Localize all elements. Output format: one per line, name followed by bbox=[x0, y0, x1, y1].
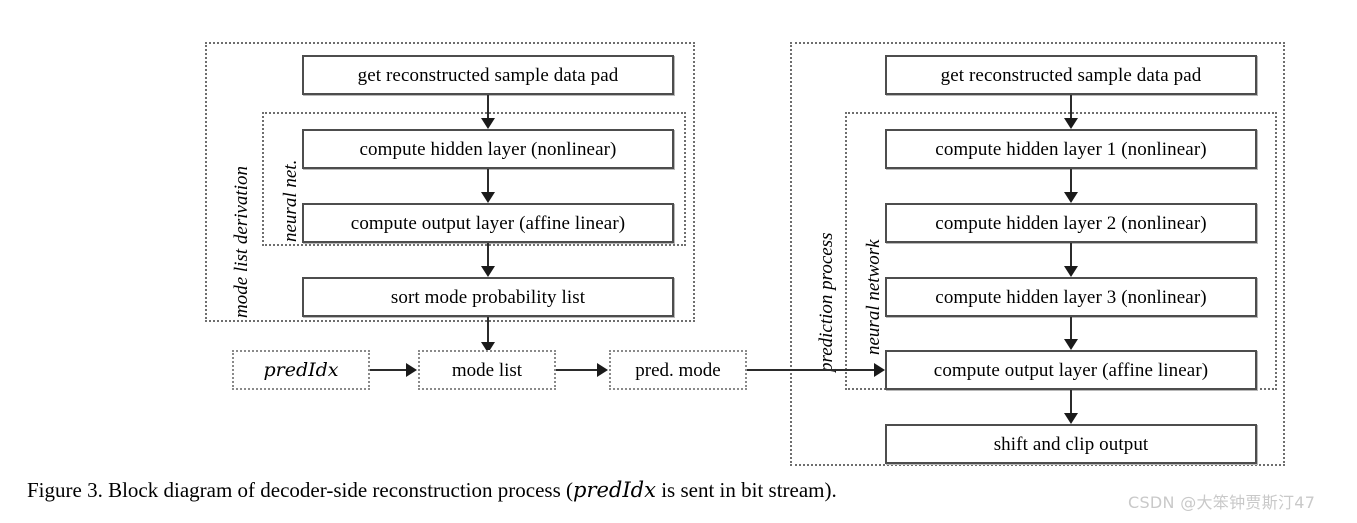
middle-connector-arrow-2 bbox=[874, 363, 885, 377]
right-box-label-1: compute hidden layer 1 (nonlinear) bbox=[935, 138, 1207, 160]
middle-box-mode-list[interactable]: mode list bbox=[418, 350, 556, 390]
right-box-shift-and-clip-output[interactable]: shift and clip output bbox=[885, 424, 1257, 464]
right-connector-arrow-1 bbox=[1064, 192, 1078, 203]
right-connector-arrow-4 bbox=[1064, 413, 1078, 424]
left-box-sort-mode-probability-list[interactable]: sort mode probability list bbox=[302, 277, 674, 317]
right-box-label-3: compute hidden layer 3 (nonlinear) bbox=[935, 286, 1207, 308]
neural-network-label-wrap: neural network bbox=[863, 112, 886, 390]
right-box-compute-hidden-layer-1[interactable]: compute hidden layer 1 (nonlinear) bbox=[885, 129, 1257, 169]
left-box-compute-hidden-layer[interactable]: compute hidden layer (nonlinear) bbox=[302, 129, 674, 169]
right-connector-line-0 bbox=[1070, 95, 1072, 118]
left-connector-line-3 bbox=[487, 317, 489, 342]
left-box-compute-output-layer[interactable]: compute output layer (affine linear) bbox=[302, 203, 674, 243]
mode-list-derivation-label-wrap: mode list derivation bbox=[231, 42, 256, 322]
right-box-label-0: get reconstructed sample data pad bbox=[940, 64, 1202, 86]
left-connector-line-0 bbox=[487, 95, 489, 118]
middle-connector-line-2 bbox=[747, 369, 874, 371]
neural-net-label: neural net. bbox=[280, 159, 301, 242]
right-box-label-4: compute output layer (affine linear) bbox=[933, 359, 1209, 381]
right-box-label-5: shift and clip output bbox=[993, 433, 1149, 455]
left-box-label-0: get reconstructed sample data pad bbox=[357, 64, 619, 86]
caption-term-predidx: predIdx bbox=[573, 478, 656, 502]
middle-connector-arrow-0 bbox=[406, 363, 417, 377]
right-box-compute-hidden-layer-3[interactable]: compute hidden layer 3 (nonlinear) bbox=[885, 277, 1257, 317]
middle-connector-arrow-1 bbox=[597, 363, 608, 377]
right-connector-line-1 bbox=[1070, 169, 1072, 192]
prediction-process-label-wrap: prediction process bbox=[816, 42, 841, 466]
middle-box-predidx[interactable]: predIdx bbox=[232, 350, 370, 390]
middle-box-label-1: mode list bbox=[451, 359, 523, 381]
middle-box-label-0: predIdx bbox=[263, 358, 339, 381]
neural-net-label-wrap: neural net. bbox=[280, 112, 303, 246]
left-connector-line-2 bbox=[487, 243, 489, 266]
right-box-get-reconstructed-sample-data-pad[interactable]: get reconstructed sample data pad bbox=[885, 55, 1257, 95]
right-connector-arrow-3 bbox=[1064, 339, 1078, 350]
middle-connector-line-1 bbox=[556, 369, 597, 371]
left-box-label-3: sort mode probability list bbox=[390, 286, 586, 308]
right-connector-arrow-2 bbox=[1064, 266, 1078, 277]
middle-box-pred-mode[interactable]: pred. mode bbox=[609, 350, 747, 390]
left-connector-arrow-1 bbox=[481, 192, 495, 203]
middle-box-label-2: pred. mode bbox=[635, 359, 721, 381]
caption-text-after: is sent in bit stream). bbox=[655, 478, 837, 502]
left-box-label-1: compute hidden layer (nonlinear) bbox=[359, 138, 617, 160]
right-connector-line-2 bbox=[1070, 243, 1072, 266]
right-connector-line-3 bbox=[1070, 317, 1072, 339]
mode-list-derivation-label: mode list derivation bbox=[231, 166, 252, 318]
right-box-compute-output-layer[interactable]: compute output layer (affine linear) bbox=[885, 350, 1257, 390]
prediction-process-label: prediction process bbox=[816, 232, 837, 373]
left-connector-arrow-0 bbox=[481, 118, 495, 129]
csdn-watermark: CSDN @大笨钟贾斯汀47 bbox=[1128, 493, 1316, 512]
left-box-label-2: compute output layer (affine linear) bbox=[350, 212, 626, 234]
right-box-compute-hidden-layer-2[interactable]: compute hidden layer 2 (nonlinear) bbox=[885, 203, 1257, 243]
right-connector-arrow-0 bbox=[1064, 118, 1078, 129]
caption-text-before: Figure 3. Block diagram of decoder-side … bbox=[27, 478, 573, 502]
left-connector-arrow-2 bbox=[481, 266, 495, 277]
left-connector-line-1 bbox=[487, 169, 489, 192]
middle-connector-line-0 bbox=[370, 369, 406, 371]
right-box-label-2: compute hidden layer 2 (nonlinear) bbox=[935, 212, 1207, 234]
neural-network-label: neural network bbox=[863, 239, 884, 355]
figure-caption: Figure 3. Block diagram of decoder-side … bbox=[27, 478, 837, 503]
right-connector-line-4 bbox=[1070, 390, 1072, 413]
left-box-get-reconstructed-sample-data-pad[interactable]: get reconstructed sample data pad bbox=[302, 55, 674, 95]
